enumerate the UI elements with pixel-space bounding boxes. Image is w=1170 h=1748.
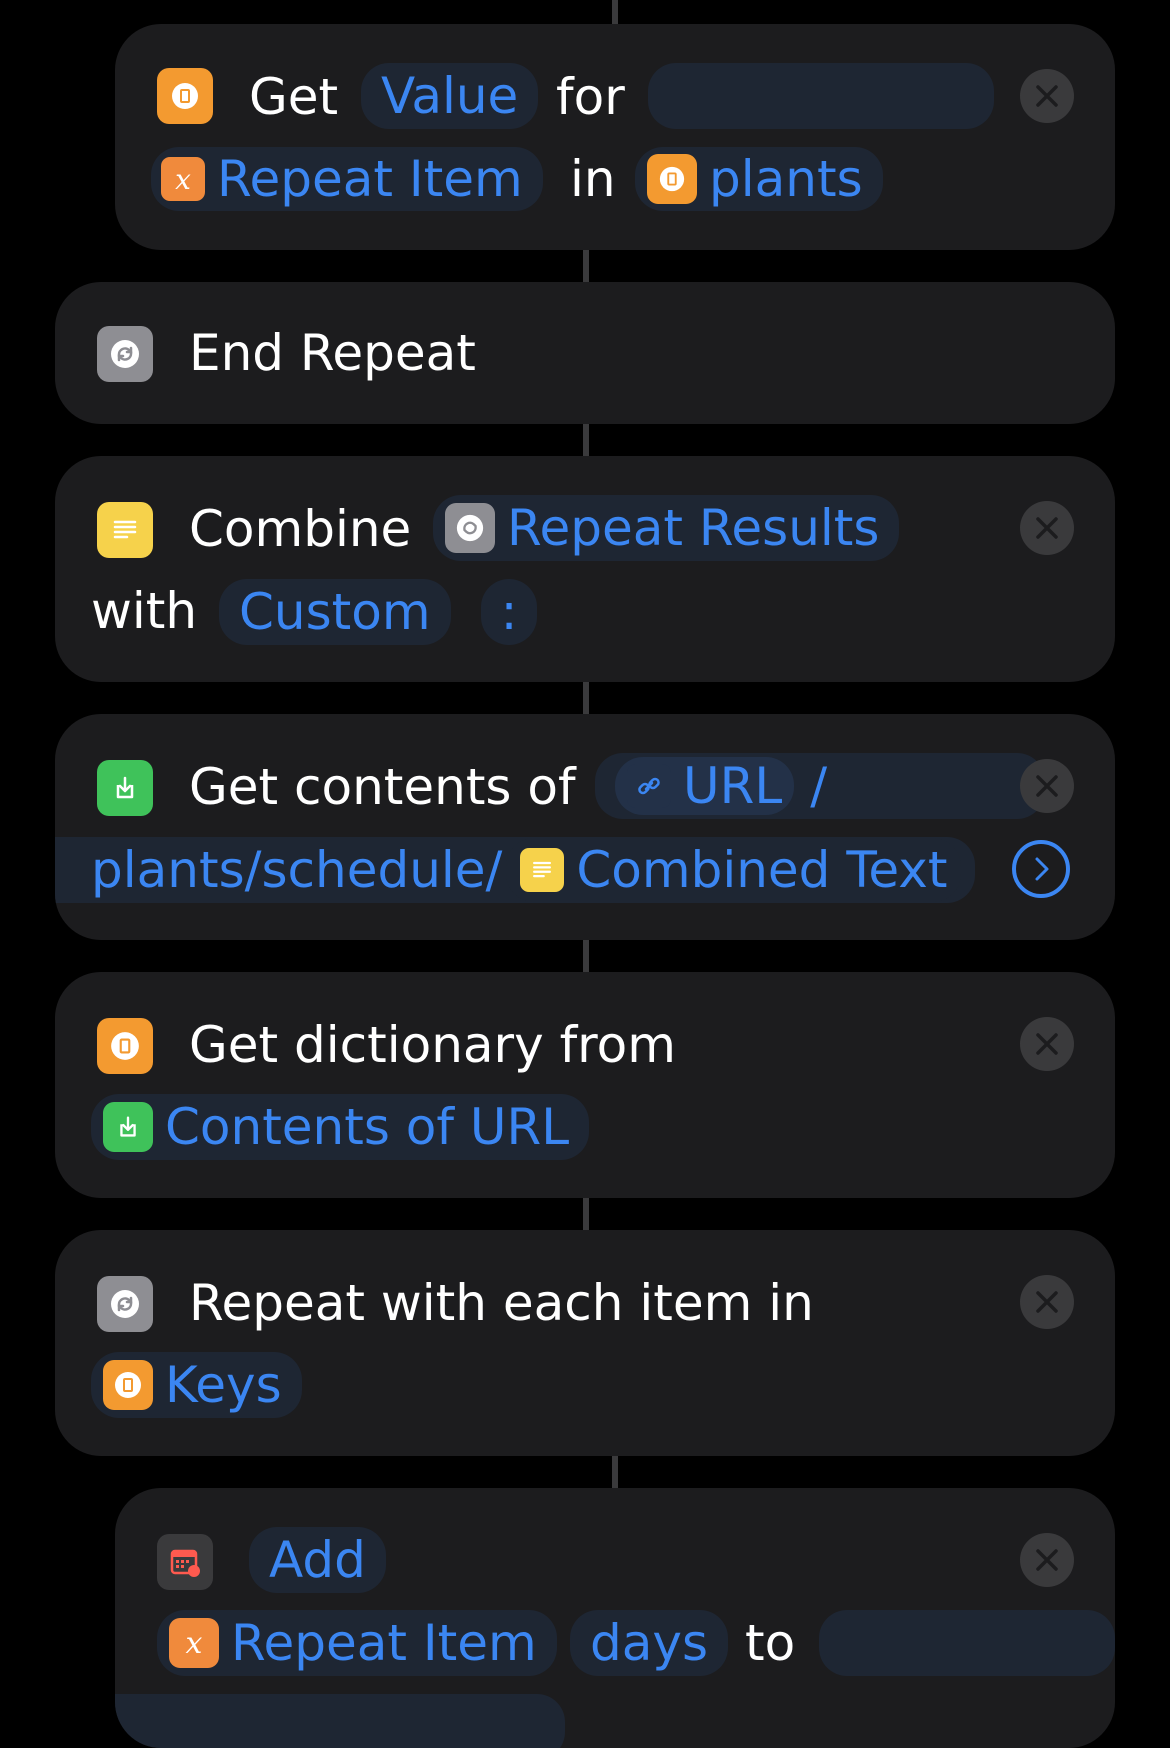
dictionary-icon [647, 154, 697, 204]
to-label: to [745, 1614, 796, 1672]
dictionary-icon [157, 68, 213, 124]
in-label: in [570, 150, 616, 208]
repeat-icon [97, 326, 153, 382]
url-variable-label: URL [683, 757, 783, 815]
action-verb: Get [249, 68, 339, 126]
contents-of-url-label: Contents of URL [165, 1098, 570, 1156]
action-combine-text-card[interactable]: Combine Repeat Results with Custom : [55, 456, 1115, 682]
flow-connector [583, 940, 589, 972]
close-icon[interactable] [1020, 1275, 1074, 1329]
amount-variable-label: Repeat Item [231, 1614, 537, 1672]
url-path-field[interactable]: plants/schedule/ Combined Text [55, 837, 975, 903]
flow-connector [612, 1456, 618, 1488]
repeat-results-token[interactable]: Repeat Results [433, 495, 900, 561]
separator-mode-parameter[interactable]: Custom [219, 579, 451, 645]
close-icon[interactable] [1020, 69, 1074, 123]
end-repeat-label: End Repeat [189, 324, 476, 382]
repeat-icon [445, 503, 495, 553]
with-label: with [91, 582, 198, 640]
variable-x-icon: x [169, 1618, 219, 1668]
for-label: for [556, 68, 625, 126]
flow-connector [583, 1198, 589, 1230]
get-dictionary-verb: Get dictionary from [189, 1016, 676, 1074]
combine-verb: Combine [189, 500, 412, 558]
action-get-value-card[interactable]: Get Value for x Repeat Item in plants [115, 24, 1115, 250]
date-input-field[interactable] [819, 1610, 1115, 1676]
text-lines-icon [520, 848, 565, 892]
close-icon[interactable] [1020, 1533, 1074, 1587]
key-variable-token[interactable]: x Repeat Item [151, 147, 543, 211]
combined-text-label: Combined Text [576, 841, 948, 899]
get-contents-verb: Get contents of [189, 758, 576, 816]
keys-label: Keys [165, 1356, 282, 1414]
action-add-date-card[interactable]: Add x Repeat Item days to [115, 1488, 1115, 1748]
text-lines-icon [97, 502, 153, 558]
close-icon[interactable] [1020, 1017, 1074, 1071]
amount-variable-token[interactable]: x Repeat Item [157, 1610, 557, 1676]
operation-parameter[interactable]: Add [249, 1527, 386, 1593]
repeat-icon [97, 1276, 153, 1332]
url-path-text: plants/schedule/ [91, 841, 503, 899]
flow-connector [583, 424, 589, 456]
key-variable-label: Repeat Item [217, 150, 523, 208]
keys-token[interactable]: Keys [91, 1352, 302, 1418]
dictionary-icon [97, 1018, 153, 1074]
variable-x-icon: x [161, 157, 205, 201]
download-icon [103, 1102, 153, 1152]
dict-variable-token[interactable]: plants [635, 147, 883, 211]
dict-variable-label: plants [709, 150, 863, 208]
flow-connector [583, 250, 589, 282]
url-field[interactable]: URL / [595, 753, 1045, 819]
link-icon [627, 764, 671, 808]
repeat-each-verb: Repeat with each item in [189, 1274, 814, 1332]
chevron-right-icon[interactable] [1012, 840, 1070, 898]
download-icon [97, 760, 153, 816]
action-get-contents-card[interactable]: Get contents of URL / plants/schedule/ C… [55, 714, 1115, 940]
flow-connector [612, 0, 618, 24]
combined-text-token[interactable]: Combined Text [506, 838, 962, 902]
close-icon[interactable] [1020, 501, 1074, 555]
url-slash: / [810, 757, 828, 815]
flow-connector [583, 682, 589, 714]
contents-of-url-token[interactable]: Contents of URL [91, 1094, 590, 1160]
value-parameter[interactable]: Value [361, 63, 539, 129]
dictionary-icon [103, 1360, 153, 1410]
custom-separator-field[interactable]: : [481, 579, 537, 645]
calendar-icon [157, 1534, 213, 1590]
repeat-results-label: Repeat Results [507, 499, 880, 557]
action-repeat-each-card[interactable]: Repeat with each item in Keys [55, 1230, 1115, 1456]
close-icon[interactable] [1020, 759, 1074, 813]
action-get-dictionary-card[interactable]: Get dictionary from Contents of URL [55, 972, 1115, 1198]
url-variable-token[interactable]: URL [615, 757, 795, 815]
action-end-repeat-card[interactable]: End Repeat [55, 282, 1115, 424]
date-variable-token[interactable] [115, 1694, 565, 1748]
key-input-field[interactable] [648, 63, 994, 129]
unit-parameter[interactable]: days [570, 1610, 729, 1676]
